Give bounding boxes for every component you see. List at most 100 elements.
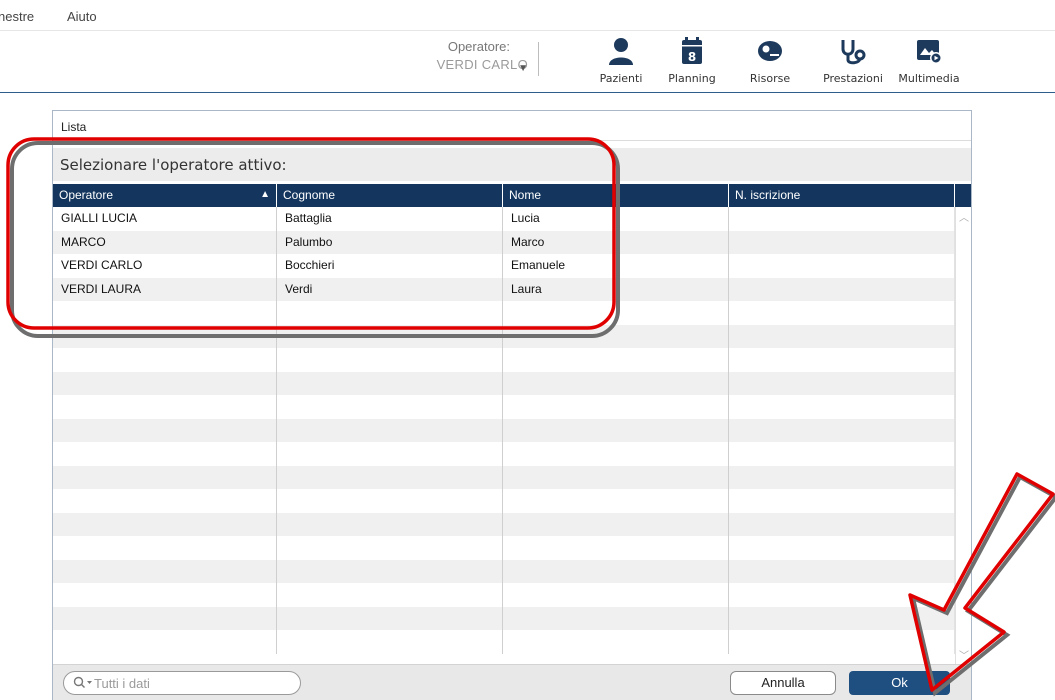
toolbar-button-risorse[interactable]: Risorse (735, 36, 805, 85)
table-cell (503, 630, 729, 654)
toolbar-button-multimedia[interactable]: Multimedia (894, 36, 964, 85)
dialog-footer: Annulla Ok (53, 664, 971, 700)
table-cell (277, 512, 503, 536)
menu-item-finestre[interactable]: nestre (0, 9, 34, 24)
table-cell (277, 583, 503, 607)
table-cell: Verdi (277, 277, 503, 301)
table-cell: Emanuele (503, 254, 729, 278)
table-cell (729, 465, 955, 489)
table-cell (729, 606, 955, 630)
toolbar: Operatore: VERDI CARLO ▼ Pazienti 8 Plan… (0, 30, 1055, 93)
table-cell (277, 418, 503, 442)
column-header-cognome[interactable]: Cognome (277, 184, 503, 207)
search-box[interactable] (63, 671, 301, 695)
table-row[interactable]: MARCO Palumbo Marco (53, 230, 955, 254)
table-cell (729, 254, 955, 278)
table-cell: Lucia (503, 207, 729, 231)
person-icon (609, 38, 633, 65)
ok-button[interactable]: Ok (849, 671, 950, 695)
table-cell (503, 418, 729, 442)
table-cell (729, 536, 955, 560)
resources-icon (758, 41, 782, 61)
toolbar-divider (538, 42, 539, 76)
table-cell (277, 606, 503, 630)
toolbar-button-label: Prestazioni (823, 72, 883, 85)
table-cell (729, 559, 955, 583)
table-cell (277, 442, 503, 466)
table-row[interactable] (53, 465, 955, 489)
scroll-down-icon[interactable]: ﹀ (959, 647, 969, 662)
menu-bar: nestre Aiuto (0, 0, 1055, 30)
operator-label: Operatore: (447, 39, 510, 54)
operator-list-dialog: Lista Selezionare l'operatore attivo: Op… (52, 110, 972, 700)
toolbar-button-prestazioni[interactable]: Prestazioni (818, 36, 888, 85)
table-cell (277, 536, 503, 560)
table-row[interactable] (53, 348, 955, 372)
table-row[interactable]: VERDI CARLO Bocchieri Emanuele (53, 254, 955, 278)
table-row[interactable] (53, 371, 955, 395)
table-row[interactable] (53, 536, 955, 560)
table-row[interactable] (53, 512, 955, 536)
table-row[interactable] (53, 559, 955, 583)
table-cell (729, 418, 955, 442)
table-cell (729, 230, 955, 254)
table-cell: Marco (503, 230, 729, 254)
table-cell (503, 348, 729, 372)
table-cell (53, 465, 277, 489)
table-cell (53, 536, 277, 560)
prompt-band: Selezionare l'operatore attivo: (53, 148, 971, 181)
table-row[interactable]: VERDI LAURA Verdi Laura (53, 277, 955, 301)
table-cell (503, 559, 729, 583)
divider (53, 140, 971, 141)
stethoscope-icon (841, 40, 866, 65)
table-cell (503, 489, 729, 513)
table-cell (503, 583, 729, 607)
table-row[interactable] (53, 324, 955, 348)
table-cell: MARCO (53, 230, 277, 254)
column-header-label: N. iscrizione (735, 188, 801, 202)
table-cell (729, 512, 955, 536)
table-row[interactable] (53, 395, 955, 419)
operator-value[interactable]: VERDI CARLO (410, 56, 528, 74)
table-row[interactable] (53, 418, 955, 442)
toolbar-button-pazienti[interactable]: Pazienti (586, 36, 656, 85)
search-icon[interactable] (73, 676, 93, 690)
menu-item-aiuto[interactable]: Aiuto (67, 9, 97, 24)
column-header-label: Cognome (283, 188, 336, 202)
table-cell (729, 207, 955, 231)
table-cell: Battaglia (277, 207, 503, 231)
column-header-nome[interactable]: Nome (503, 184, 729, 207)
operator-selector[interactable]: Operatore: VERDI CARLO ▼ (410, 38, 528, 74)
scroll-up-icon[interactable]: ︿ (959, 209, 969, 224)
column-header-label: Operatore (59, 188, 114, 202)
table-row[interactable] (53, 630, 955, 654)
table-cell (729, 301, 955, 325)
column-header-n-iscrizione[interactable]: N. iscrizione (729, 184, 955, 207)
table-cell (503, 465, 729, 489)
toolbar-button-planning[interactable]: 8 Planning (657, 36, 727, 85)
table-row[interactable] (53, 606, 955, 630)
column-header-operatore[interactable]: Operatore ▲ (53, 184, 277, 207)
sort-ascending-icon: ▲ (260, 189, 270, 200)
table-cell (277, 559, 503, 583)
table-cell (53, 301, 277, 325)
table-cell (503, 395, 729, 419)
table-cell (729, 277, 955, 301)
table-cell (53, 395, 277, 419)
table-row[interactable] (53, 583, 955, 607)
table-cell (53, 583, 277, 607)
table-cell (277, 348, 503, 372)
table-row[interactable]: GIALLI LUCIA Battaglia Lucia (53, 207, 955, 231)
table-cell (53, 606, 277, 630)
table-cell (503, 536, 729, 560)
chevron-down-icon[interactable]: ▼ (518, 60, 528, 78)
table-cell (53, 418, 277, 442)
search-input[interactable] (94, 674, 289, 692)
table-cell (503, 512, 729, 536)
table-row[interactable] (53, 301, 955, 325)
table-row[interactable] (53, 442, 955, 466)
table-cell (53, 348, 277, 372)
cancel-button[interactable]: Annulla (730, 671, 836, 695)
table-row[interactable] (53, 489, 955, 513)
vertical-scrollbar[interactable]: ︿ ﹀ (955, 207, 971, 664)
